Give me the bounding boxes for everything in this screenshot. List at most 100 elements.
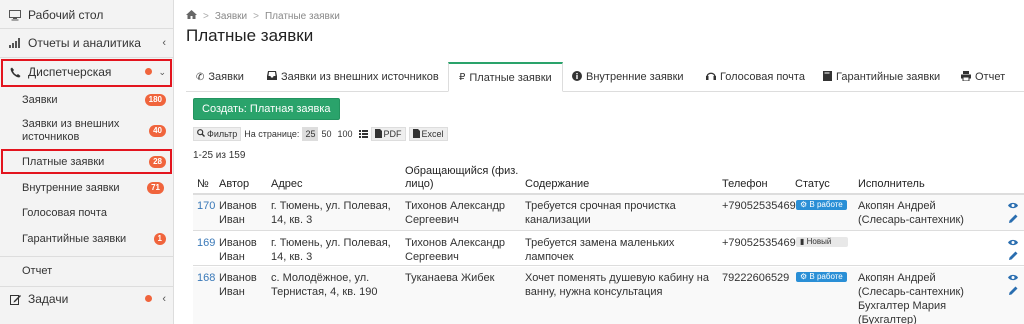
status-text: Новый <box>806 237 832 246</box>
eye-icon[interactable] <box>1008 273 1018 283</box>
row-number-link[interactable]: 170 <box>197 199 215 213</box>
column-header[interactable]: № <box>197 164 209 193</box>
inbox-icon <box>267 71 277 83</box>
gear-icon: ⚙ <box>800 200 810 209</box>
chevron-left-icon: ‹ <box>162 293 166 305</box>
sidebar-item-tasks[interactable]: Задачи ‹ <box>0 291 174 307</box>
content-cell: Требуется замена маленьких лампочек <box>525 237 675 263</box>
sidebar-item-label: Отчеты и аналитика <box>28 36 141 50</box>
book-icon <box>823 70 832 84</box>
tab-paid[interactable]: ₽ Платные заявки <box>448 62 563 92</box>
count-badge: 40 <box>149 125 166 137</box>
phone-cell: +79052535469 <box>722 237 796 249</box>
export-pdf-button[interactable]: PDF <box>370 127 406 141</box>
column-header[interactable]: Исполнитель <box>858 164 925 193</box>
count-badge: 71 <box>147 182 164 194</box>
tab-internal[interactable]: Внутренние заявки <box>572 62 684 92</box>
sidebar-item-label: Гарантийные заявки <box>22 233 127 245</box>
info-icon <box>572 70 582 84</box>
table-row[interactable]: 168 Иванов Иван с. Молодёжное, ул. Терни… <box>193 267 1024 324</box>
sidebar-item-label: Задачи <box>28 292 69 306</box>
sidebar-subitem-external[interactable]: Заявки из внешних источников 40 <box>0 117 174 145</box>
divider <box>0 286 174 287</box>
column-header[interactable]: Телефон <box>722 164 768 193</box>
table-toolbar: Фильтр На странице: 25 50 100 PDF Excel <box>193 127 451 141</box>
address-cell: г. Тюмень, ул. Полевая, 14, кв. 3 <box>271 200 391 226</box>
highlight-frame <box>1 149 172 174</box>
file-icon: ▮ <box>800 237 807 246</box>
tab-warranty[interactable]: Гарантийные заявки <box>823 62 940 92</box>
pencil-icon[interactable] <box>1009 286 1018 298</box>
tab-voicemail[interactable]: Голосовая почта <box>706 62 805 92</box>
table-row[interactable]: 170 Иванов Иван г. Тюмень, ул. Полевая, … <box>193 195 1024 231</box>
breadcrumb: > Заявки > Платные заявки <box>186 10 340 22</box>
export-excel-button[interactable]: Excel <box>408 127 448 141</box>
executor-cell: Акопян Андрей (Слесарь-сантехник) Бухгал… <box>858 272 964 324</box>
sidebar-subitem-voicemail[interactable]: Голосовая почта <box>0 205 174 221</box>
per-page-option[interactable]: 25 <box>302 127 319 141</box>
row-number-link[interactable]: 168 <box>197 271 215 285</box>
eye-icon[interactable] <box>1008 238 1018 248</box>
results-count: 1-25 из 159 <box>193 150 246 161</box>
sidebar-subitem-requests[interactable]: Заявки 180 <box>0 92 174 108</box>
edit-icon <box>8 292 22 306</box>
print-icon <box>961 70 971 84</box>
per-page-option[interactable]: 100 <box>334 127 355 141</box>
file-icon <box>412 128 420 140</box>
column-header[interactable]: Содержание <box>525 164 589 193</box>
per-page-option[interactable]: 50 <box>318 127 334 141</box>
tab-label: Отчет <box>975 71 1006 83</box>
divider <box>0 256 174 257</box>
executor-cell: Акопян Андрей (Слесарь-сантехник) <box>858 200 964 226</box>
eye-icon[interactable] <box>1008 201 1018 211</box>
address-cell: с. Молодёжное, ул. Тернистая, 4, кв. 190 <box>271 272 378 298</box>
count-badge: 180 <box>144 94 166 106</box>
list-icon[interactable] <box>358 127 368 141</box>
status-badge: ▮ Новый <box>796 237 848 247</box>
table-header: № Автор Адрес Обращающийся (физ. лицо) С… <box>193 164 1024 195</box>
tab-report[interactable]: Отчет <box>961 62 1005 92</box>
sidebar-subitem-warranty[interactable]: Гарантийные заявки 1 <box>0 231 174 247</box>
status-text: В работе <box>809 200 843 209</box>
pencil-icon[interactable] <box>1009 251 1018 263</box>
pdf-label: PDF <box>383 129 402 139</box>
per-page-label: На странице: <box>244 129 300 139</box>
column-header[interactable]: Обращающийся (физ. лицо) <box>405 164 525 193</box>
tabs-bar: ✆ Заявки Заявки из внешних источников ₽ Пл… <box>186 62 1024 92</box>
search-icon <box>197 129 205 139</box>
main-content: > Заявки > Платные заявки Платные заявки… <box>175 0 1024 324</box>
sidebar-item-report[interactable]: Отчет <box>0 263 174 279</box>
column-header[interactable]: Автор <box>219 164 249 193</box>
row-number-link[interactable]: 169 <box>197 236 215 250</box>
author-cell: Иванов Иван <box>219 200 257 226</box>
divider <box>0 28 174 29</box>
person-cell: Тихонов Александр Сергеевич <box>405 237 506 263</box>
status-badge: ⚙ В работе <box>796 272 847 282</box>
sidebar-subitem-internal[interactable]: Внутренние заявки 71 <box>0 180 174 196</box>
pencil-icon[interactable] <box>1009 214 1018 226</box>
column-header[interactable]: Статус <box>795 164 830 193</box>
home-icon[interactable] <box>186 10 197 22</box>
create-paid-request-button[interactable]: Создать: Платная заявка <box>193 98 340 120</box>
filter-button[interactable]: Фильтр <box>193 127 242 141</box>
monitor-icon <box>8 8 22 22</box>
sidebar-item-label: Заявки <box>22 94 58 106</box>
tab-external[interactable]: Заявки из внешних источников <box>267 62 439 92</box>
sidebar-item-desktop[interactable]: Рабочий стол <box>0 6 174 24</box>
author-cell: Иванов Иван <box>219 272 257 298</box>
tab-requests[interactable]: ✆ Заявки <box>196 62 244 92</box>
table-row[interactable]: 169 Иванов Иван г. Тюмень, ул. Полевая, … <box>193 232 1024 266</box>
breadcrumb-link[interactable]: Заявки <box>215 11 247 22</box>
headphones-icon <box>706 71 716 83</box>
count-badge: 1 <box>153 233 166 245</box>
phone-cell: +79052535469 <box>722 200 796 212</box>
sidebar-item-reports[interactable]: Отчеты и аналитика ‹ <box>0 34 174 52</box>
column-header[interactable]: Адрес <box>271 164 303 193</box>
excel-label: Excel <box>421 129 444 139</box>
tab-label: Внутренние заявки <box>586 71 684 83</box>
sidebar-item-label: Внутренние заявки <box>22 182 120 194</box>
tab-label: Гарантийные заявки <box>836 71 941 83</box>
sidebar-item-label: Отчет <box>22 265 53 277</box>
breadcrumb-separator: > <box>203 10 209 22</box>
status-text: В работе <box>809 272 843 281</box>
